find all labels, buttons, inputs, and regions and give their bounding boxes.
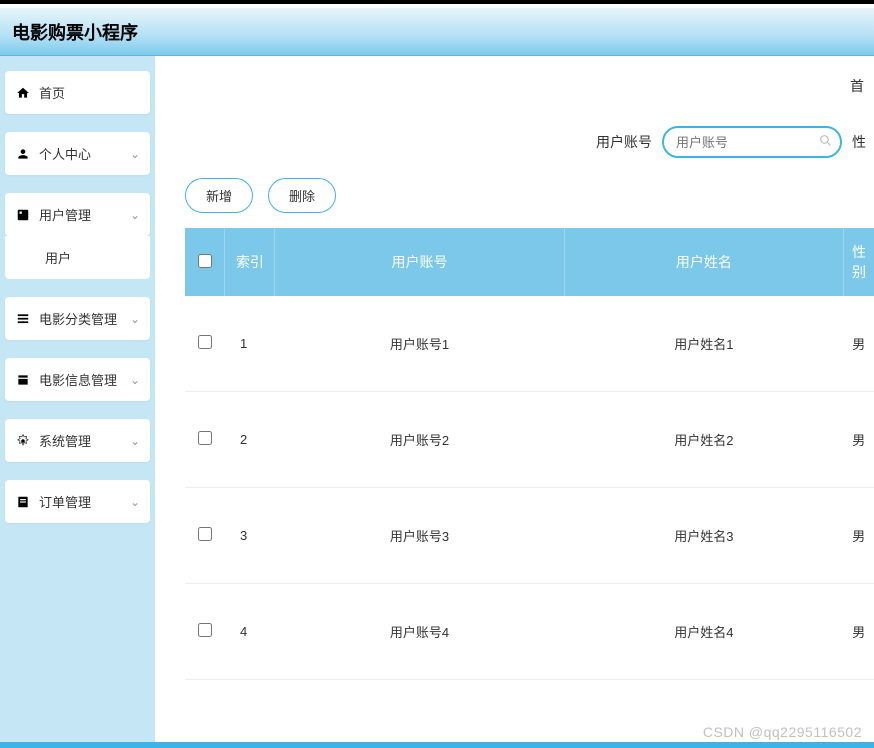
table-header-row: 索引 用户账号 用户姓名 性别 <box>185 228 874 296</box>
chevron-down-icon: ⌄ <box>130 495 140 509</box>
cell-account: 用户账号4 <box>275 584 564 680</box>
gear-icon <box>15 433 31 449</box>
sidebar-item-profile[interactable]: 个人中心 ⌄ <box>5 132 150 175</box>
sidebar-item-label: 订单管理 <box>39 492 130 511</box>
table-header-name: 用户姓名 <box>564 228 843 296</box>
table-row: 2 用户账号2 用户姓名2 男 <box>185 392 874 488</box>
add-button[interactable]: 新增 <box>185 178 253 213</box>
breadcrumb: 首 <box>185 76 874 96</box>
sidebar-item-label: 用户管理 <box>39 205 130 224</box>
search-icon <box>819 134 832 150</box>
sidebar-subitem-user[interactable]: 用户 <box>5 236 150 279</box>
cell-account: 用户账号3 <box>275 488 564 584</box>
table-header-gender: 性别 <box>844 228 874 296</box>
cell-name: 用户姓名2 <box>564 392 843 488</box>
sidebar-item-system[interactable]: 系统管理 ⌄ <box>5 419 150 462</box>
cell-gender: 男 <box>844 296 874 392</box>
sidebar-item-home[interactable]: 首页 <box>5 71 150 114</box>
person-icon <box>15 146 31 162</box>
users-icon <box>15 207 31 223</box>
list-icon <box>15 311 31 327</box>
cell-name: 用户姓名4 <box>564 584 843 680</box>
sidebar-item-orders[interactable]: 订单管理 ⌄ <box>5 480 150 523</box>
app-title: 电影购票小程序 <box>12 19 138 45</box>
bottom-edge <box>0 742 874 748</box>
sidebar-item-label: 首页 <box>39 83 140 102</box>
chevron-down-icon: ⌄ <box>130 147 140 161</box>
table-row: 4 用户账号4 用户姓名4 男 <box>185 584 874 680</box>
search-input-wrap <box>662 126 842 158</box>
chevron-down-icon: ⌄ <box>130 312 140 326</box>
data-table: 索引 用户账号 用户姓名 性别 1 用户账号1 用户姓名1 男 2 用户账号 <box>185 228 874 680</box>
cell-index: 1 <box>225 296 275 392</box>
cell-gender: 男 <box>844 488 874 584</box>
search-input[interactable] <box>662 126 842 158</box>
film-icon <box>15 372 31 388</box>
sidebar: 首页 个人中心 ⌄ 用户管理 ⌄ 用户 电影分类管理 ⌄ <box>0 56 155 748</box>
delete-button[interactable]: 删除 <box>268 178 336 213</box>
sidebar-subitem-label: 用户 <box>45 251 71 266</box>
table-header-index: 索引 <box>225 228 275 296</box>
search-extra-label: 性 <box>852 132 866 152</box>
table-row: 3 用户账号3 用户姓名3 男 <box>185 488 874 584</box>
chevron-down-icon: ⌄ <box>130 373 140 387</box>
cell-index: 4 <box>225 584 275 680</box>
row-checkbox[interactable] <box>198 623 212 637</box>
main-content: 首 用户账号 性 新增 删除 索引 <box>155 56 874 748</box>
home-icon <box>15 85 31 101</box>
watermark: CSDN @qq2295116502 <box>703 724 862 740</box>
sidebar-item-label: 电影信息管理 <box>39 370 130 389</box>
table-header-account: 用户账号 <box>275 228 564 296</box>
cell-gender: 男 <box>844 392 874 488</box>
sidebar-item-movie-info[interactable]: 电影信息管理 ⌄ <box>5 358 150 401</box>
search-row: 用户账号 性 <box>185 126 874 158</box>
app-header: 电影购票小程序 <box>0 8 874 56</box>
cell-gender: 男 <box>844 584 874 680</box>
select-all-checkbox[interactable] <box>198 254 212 268</box>
chevron-down-icon: ⌄ <box>130 208 140 222</box>
sidebar-item-label: 电影分类管理 <box>39 309 130 328</box>
cell-index: 3 <box>225 488 275 584</box>
search-label: 用户账号 <box>596 132 652 152</box>
table-row: 1 用户账号1 用户姓名1 男 <box>185 296 874 392</box>
row-checkbox[interactable] <box>198 335 212 349</box>
chevron-down-icon: ⌄ <box>130 434 140 448</box>
cell-name: 用户姓名3 <box>564 488 843 584</box>
cell-name: 用户姓名1 <box>564 296 843 392</box>
sidebar-item-label: 系统管理 <box>39 431 130 450</box>
action-row: 新增 删除 <box>185 178 874 213</box>
cell-account: 用户账号1 <box>275 296 564 392</box>
row-checkbox[interactable] <box>198 527 212 541</box>
cell-account: 用户账号2 <box>275 392 564 488</box>
main-container: 首页 个人中心 ⌄ 用户管理 ⌄ 用户 电影分类管理 ⌄ <box>0 56 874 748</box>
sidebar-item-category[interactable]: 电影分类管理 ⌄ <box>5 297 150 340</box>
row-checkbox[interactable] <box>198 431 212 445</box>
sidebar-item-label: 个人中心 <box>39 144 130 163</box>
breadcrumb-text: 首 <box>850 78 864 94</box>
sidebar-item-users[interactable]: 用户管理 ⌄ <box>5 193 150 236</box>
table-header-check <box>185 228 225 296</box>
order-icon <box>15 494 31 510</box>
cell-index: 2 <box>225 392 275 488</box>
